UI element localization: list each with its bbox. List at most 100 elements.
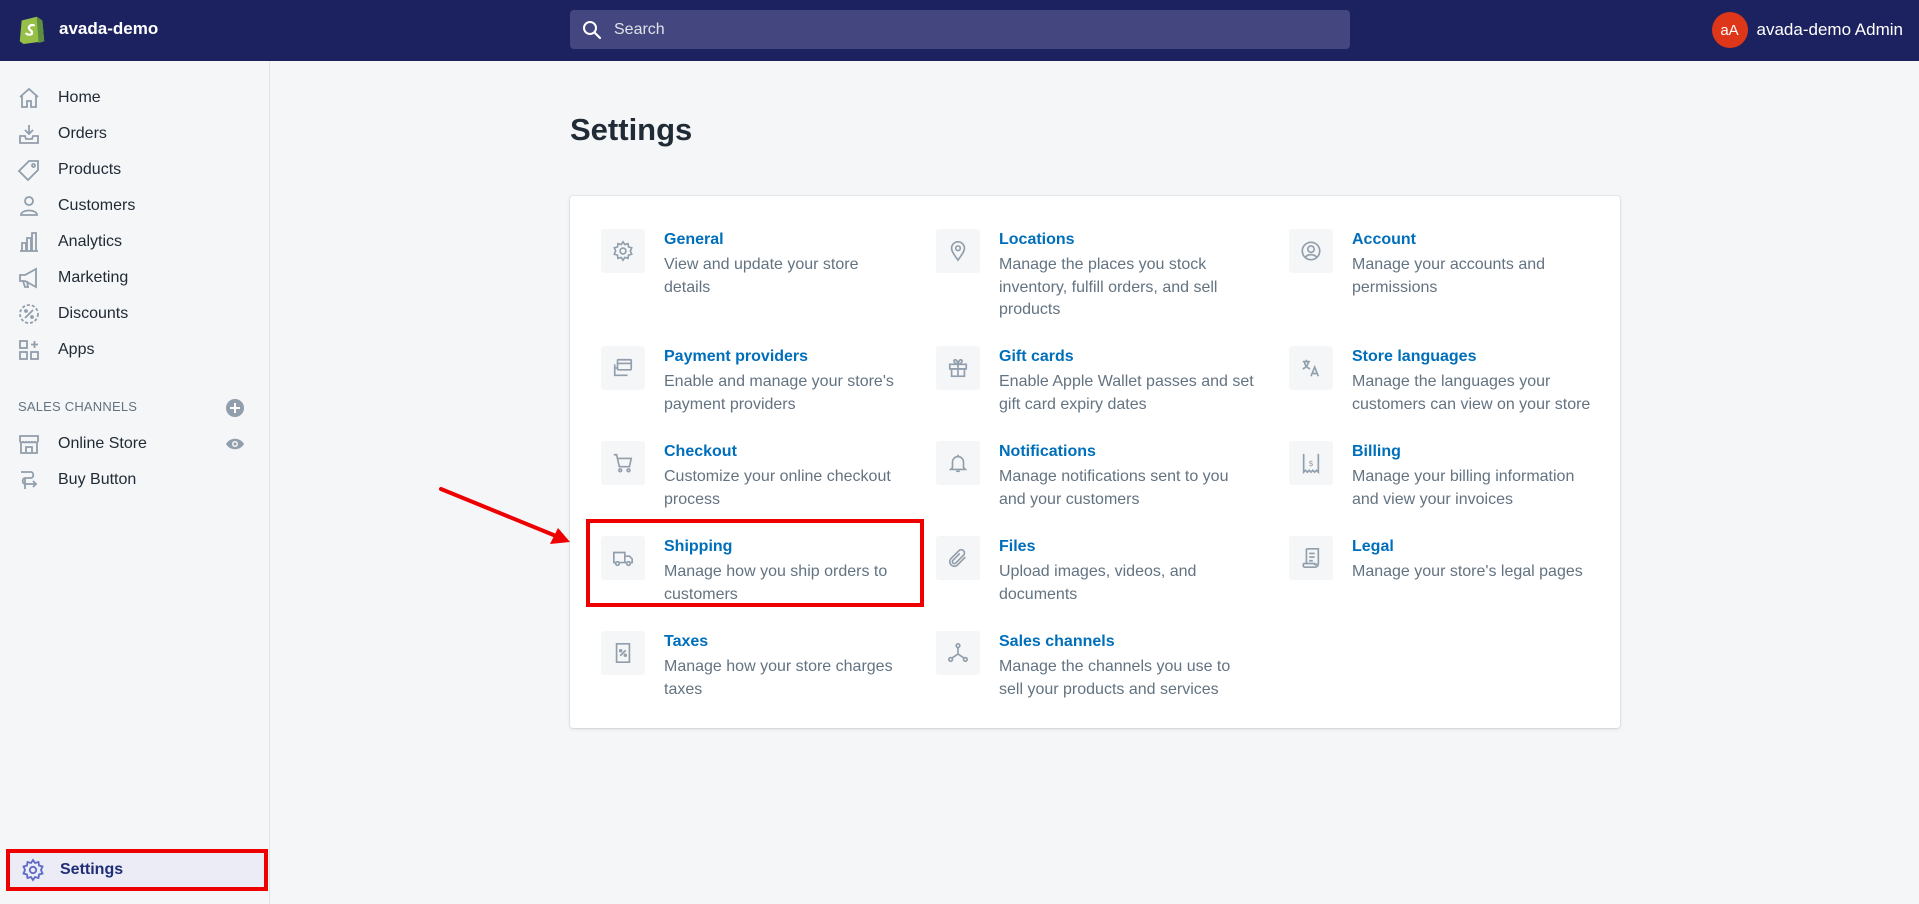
user-menu[interactable]: aA avada-demo Admin <box>1711 12 1919 48</box>
tile-icon <box>936 229 980 273</box>
settings-tile-locations[interactable]: Locations Manage the places you stock in… <box>936 229 1246 329</box>
tile-description: Manage the languages your customers can … <box>1352 373 1591 413</box>
tile-icon: $ <box>1289 441 1333 485</box>
sidebar-item-label: Apps <box>58 341 95 358</box>
sidebar-item-label: Online Store <box>58 435 147 452</box>
tile-title: Account <box>1352 231 1416 248</box>
billing-icon: $ <box>1302 453 1320 474</box>
sidebar-item-orders[interactable]: Orders <box>0 116 269 152</box>
add-channel-icon[interactable] <box>225 398 245 418</box>
store-brand[interactable]: avada-demo <box>17 13 158 45</box>
svg-text:$: $ <box>1308 458 1313 468</box>
bell-icon <box>948 454 968 473</box>
tile-title: Notifications <box>999 443 1096 460</box>
person-icon <box>20 196 38 216</box>
credit-card-icon <box>613 358 633 377</box>
tile-icon <box>936 346 980 390</box>
buy-button-icon <box>21 471 38 489</box>
tile-icon <box>601 441 645 485</box>
settings-tile-legal[interactable]: Legal Manage your store's legal pages <box>1289 536 1609 616</box>
settings-tile-notifications[interactable]: Notifications Manage notifications sent … <box>936 441 1256 521</box>
tile-icon <box>601 631 645 675</box>
tile-title: Gift cards <box>999 348 1074 365</box>
tile-description: Manage your store's legal pages <box>1352 563 1583 580</box>
sidebar-item-apps[interactable]: Apps <box>0 332 269 368</box>
sidebar-item-label: Home <box>58 89 101 106</box>
bar-chart-icon <box>20 232 38 252</box>
tile-icon <box>601 346 645 390</box>
sidebar-item-settings[interactable]: Settings <box>6 849 268 891</box>
settings-tile-sales-channels[interactable]: Sales channels Manage the channels you u… <box>936 631 1246 711</box>
tile-icon <box>1289 229 1333 273</box>
gift-icon <box>948 358 968 378</box>
sidebar-item-marketing[interactable]: Marketing <box>0 260 269 296</box>
tile-title: Locations <box>999 231 1075 248</box>
shipping-highlight-box <box>586 519 924 607</box>
tile-title: Files <box>999 538 1036 555</box>
settings-tile-files[interactable]: Files Upload images, videos, and documen… <box>936 536 1246 616</box>
sidebar-item-label: Settings <box>60 861 124 878</box>
paperclip-icon <box>948 548 966 568</box>
settings-card: General View and update your store detai… <box>570 196 1620 728</box>
search-input[interactable] <box>614 20 1314 39</box>
settings-tile-billing[interactable]: $ Billing Manage your billing informatio… <box>1289 441 1609 521</box>
settings-tile-general[interactable]: General View and update your store detai… <box>601 229 901 329</box>
tile-icon <box>936 631 980 675</box>
user-name: avada-demo Admin <box>1756 20 1903 39</box>
sidebar-item-label: Orders <box>58 125 107 142</box>
document-icon <box>1302 548 1320 568</box>
tile-title: Store languages <box>1352 348 1477 365</box>
sidebar: Home Orders Products Customers Analytics… <box>0 61 270 904</box>
sidebar-item-discounts[interactable]: Discounts <box>0 296 269 332</box>
sidebar-item-label: Discounts <box>58 305 129 322</box>
sidebar-item-label: Analytics <box>58 233 123 250</box>
sidebar-item-label: Marketing <box>58 269 129 286</box>
sidebar-item-products[interactable]: Products <box>0 152 269 188</box>
search-bar[interactable] <box>570 10 1350 49</box>
tile-title: Sales channels <box>999 633 1115 650</box>
apps-icon <box>19 340 39 360</box>
discount-icon <box>19 304 39 324</box>
settings-tile-account[interactable]: Account Manage your accounts and permiss… <box>1289 229 1599 329</box>
tile-description: Upload images, videos, and documents <box>999 563 1197 603</box>
avatar: aA <box>1711 12 1748 48</box>
location-pin-icon <box>950 241 966 262</box>
sidebar-item-label: Products <box>58 161 122 178</box>
tile-description: Enable and manage your store's payment p… <box>664 373 894 413</box>
tile-description: Manage the places you stock inventory, f… <box>999 256 1218 318</box>
store-icon <box>19 435 39 454</box>
top-bar: avada-demo aA avada-demo Admin <box>0 0 1919 61</box>
channels-icon <box>948 643 968 663</box>
sidebar-item-label: Customers <box>58 197 136 214</box>
tile-description: View and update your store details <box>664 256 859 296</box>
tile-title: Legal <box>1352 538 1394 555</box>
eye-icon[interactable] <box>225 434 245 454</box>
settings-tile-checkout[interactable]: Checkout Customize your online checkout … <box>601 441 911 521</box>
tile-icon <box>1289 346 1333 390</box>
gear-icon <box>22 858 44 882</box>
tile-title: Taxes <box>664 633 709 650</box>
home-icon <box>19 87 39 108</box>
sidebar-item-label: Buy Button <box>58 471 137 488</box>
settings-tile-store-languages[interactable]: Store languages Manage the languages you… <box>1289 346 1609 426</box>
tile-title: Billing <box>1352 443 1401 460</box>
tile-description: Manage your billing information and view… <box>1352 468 1575 508</box>
shopify-logo-icon <box>19 16 45 45</box>
tile-description: Manage how your store charges taxes <box>664 658 893 698</box>
tile-description: Enable Apple Wallet passes and set gift … <box>999 373 1254 413</box>
account-circle-icon <box>1301 241 1321 261</box>
gear-icon <box>613 240 633 262</box>
settings-tile-payment-providers[interactable]: Payment providers Enable and manage your… <box>601 346 911 426</box>
sidebar-item-buy-button[interactable]: Buy Button <box>0 462 269 498</box>
orders-icon <box>19 125 39 144</box>
settings-tile-taxes[interactable]: Taxes Manage how your store charges taxe… <box>601 631 901 711</box>
sidebar-item-customers[interactable]: Customers <box>0 188 269 224</box>
translate-icon <box>1302 359 1320 377</box>
sidebar-item-analytics[interactable]: Analytics <box>0 224 269 260</box>
tile-title: Payment providers <box>664 348 809 365</box>
tile-description: Manage the channels you use to sell your… <box>999 658 1231 698</box>
settings-tile-gift-cards[interactable]: Gift cards Enable Apple Wallet passes an… <box>936 346 1256 426</box>
sidebar-item-home[interactable]: Home <box>0 80 269 116</box>
tile-title: Checkout <box>664 443 737 460</box>
tile-icon <box>1289 536 1333 580</box>
